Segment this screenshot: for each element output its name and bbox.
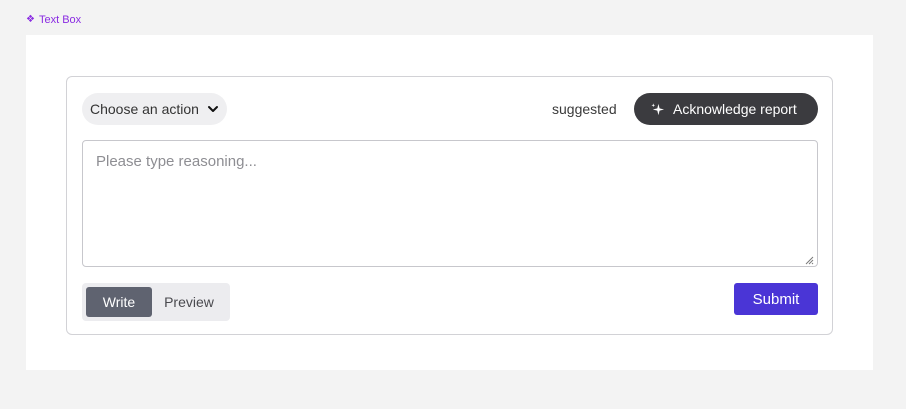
frame-label: ❖ Text Box bbox=[26, 14, 81, 26]
submit-button[interactable]: Submit bbox=[734, 283, 818, 315]
tab-write[interactable]: Write bbox=[86, 287, 152, 317]
reasoning-card: Choose an action suggested Acknowledge r… bbox=[66, 76, 833, 335]
editor-tabs: Write Preview bbox=[82, 283, 230, 321]
reasoning-textarea[interactable] bbox=[82, 140, 818, 267]
chevron-down-icon bbox=[208, 106, 218, 112]
frame-label-text: Text Box bbox=[38, 14, 82, 26]
resize-grip-icon[interactable] bbox=[802, 253, 814, 265]
action-select[interactable]: Choose an action bbox=[82, 93, 227, 125]
component-diamond-icon: ❖ bbox=[26, 14, 35, 25]
action-select-value: Choose an action bbox=[90, 101, 199, 117]
acknowledge-report-button[interactable]: Acknowledge report bbox=[634, 93, 818, 125]
text-box-frame: Choose an action suggested Acknowledge r… bbox=[26, 35, 873, 370]
sparkle-icon bbox=[651, 102, 665, 115]
acknowledge-report-label: Acknowledge report bbox=[673, 101, 797, 117]
suggested-label: suggested bbox=[552, 101, 617, 117]
tab-preview[interactable]: Preview bbox=[152, 287, 226, 317]
